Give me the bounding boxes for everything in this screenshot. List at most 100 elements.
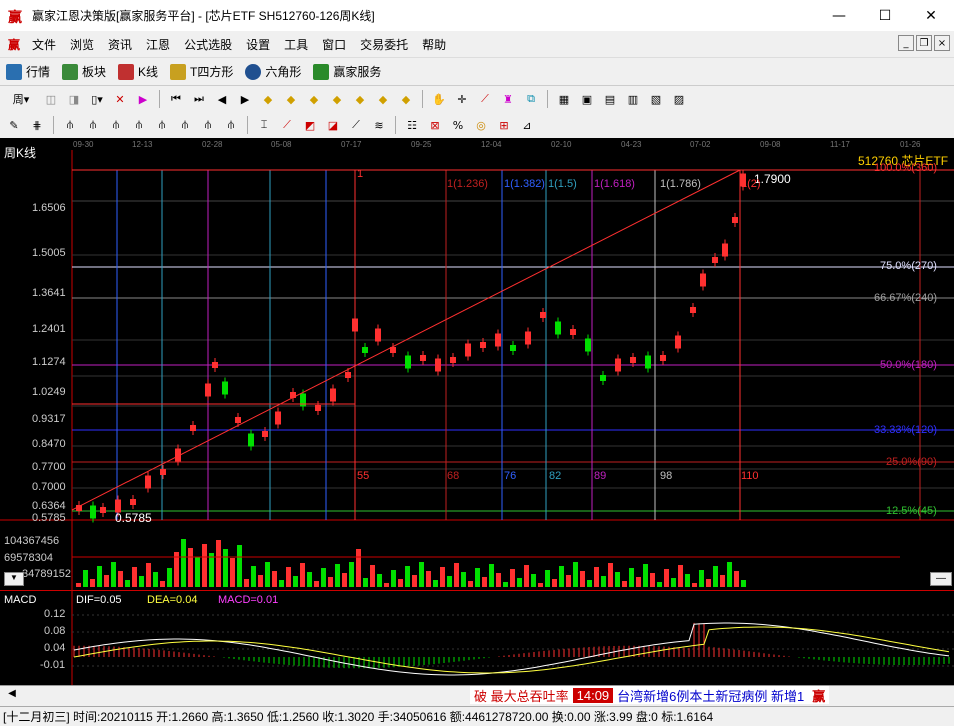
menu-gann[interactable]: 江恩 — [139, 36, 177, 53]
tool-icon[interactable]: ▣ — [577, 89, 597, 109]
time-line-label: 1(1.382) — [504, 178, 545, 190]
time-line-label: 1(1.5) — [548, 178, 577, 190]
fork-icon[interactable]: ⫛ — [198, 115, 218, 135]
period-select[interactable]: 周 ▾ — [4, 89, 38, 109]
volume-bar — [419, 562, 424, 587]
macd-panel[interactable]: MACD DIF=0.05 DEA=0.04 MACD=0.01 0.12 0.… — [0, 590, 954, 686]
menu-file[interactable]: 文件 — [25, 36, 63, 53]
quick-quotes-button[interactable]: 行情 — [0, 63, 56, 80]
tool-icon[interactable]: ▥ — [623, 89, 643, 109]
diamond-icon[interactable]: ◆ — [281, 89, 301, 109]
tool-icon[interactable]: ⌶ — [254, 115, 274, 135]
percent-icon[interactable]: % — [448, 115, 468, 135]
app-logo-small-icon[interactable]: 赢 — [808, 686, 829, 705]
diamond-icon[interactable]: ◆ — [327, 89, 347, 109]
tool-icon[interactable]: ▧ — [646, 89, 666, 109]
menu-tools[interactable]: 工具 — [277, 36, 315, 53]
candle-body — [130, 499, 136, 505]
tool-icon[interactable]: ◎ — [471, 115, 491, 135]
candle-body — [90, 505, 96, 519]
kline-chart[interactable]: 周K线 512760 芯片ETF 1.6506 1.5005 1.3641 1.… — [0, 146, 954, 590]
tool-icon[interactable]: ✕ — [110, 89, 130, 109]
line-icon[interactable]: ⟋ — [475, 89, 495, 109]
mdi-close-button[interactable]: × — [934, 35, 950, 51]
quick-service-button[interactable]: 赢家服务 — [307, 63, 387, 80]
tool-icon[interactable]: ◫ — [41, 89, 61, 109]
fork-icon[interactable]: ⫛ — [129, 115, 149, 135]
diamond-icon[interactable]: ◆ — [373, 89, 393, 109]
tool-icon[interactable]: ⧉ — [521, 89, 541, 109]
tool-icon[interactable]: ▶ — [133, 89, 153, 109]
fork-icon[interactable]: ⫛ — [60, 115, 80, 135]
fork-icon[interactable]: ⫛ — [106, 115, 126, 135]
y-tick: 1.1274 — [32, 356, 66, 368]
scroll-left-icon[interactable]: ◀ — [4, 688, 20, 704]
news-ticker[interactable]: 破 最大总吞吐率 14:09 台湾新增6例本土新冠病例 新增1 赢 — [470, 686, 830, 705]
right-icon[interactable]: ▶ — [235, 89, 255, 109]
collapse-right-button[interactable]: — — [930, 572, 952, 586]
tool-icon[interactable]: ⊿ — [517, 115, 537, 135]
menu-trade[interactable]: 交易委托 — [353, 36, 415, 53]
tool-icon[interactable]: ◨ — [64, 89, 84, 109]
cross-icon[interactable]: ✛ — [452, 89, 472, 109]
candle-body — [300, 393, 306, 407]
mdi-restore-button[interactable]: ❐ — [916, 35, 932, 51]
tool-icon[interactable]: ♜ — [498, 89, 518, 109]
menu-formula[interactable]: 公式选股 — [177, 36, 239, 53]
menu-logo-icon[interactable]: 赢 — [3, 36, 25, 53]
tool-icon[interactable]: ▨ — [669, 89, 689, 109]
volume-bar — [90, 579, 95, 587]
mdi-minimize-button[interactable]: _ — [898, 35, 914, 51]
collapse-down-button[interactable]: ▼ — [4, 572, 24, 586]
y-tick: 0.8470 — [32, 438, 66, 450]
menu-window[interactable]: 窗口 — [315, 36, 353, 53]
menu-info[interactable]: 资讯 — [101, 36, 139, 53]
fork-icon[interactable]: ⫛ — [175, 115, 195, 135]
tool-icon[interactable]: ⊞ — [494, 115, 514, 135]
news-item[interactable]: 破 最大总吞吐率 — [470, 686, 573, 705]
grid-icon[interactable]: ⋕ — [27, 115, 47, 135]
tool-icon[interactable]: ◪ — [323, 115, 343, 135]
diamond-icon[interactable]: ◆ — [258, 89, 278, 109]
tool-icon[interactable]: ⊠ — [425, 115, 445, 135]
tool-icon[interactable]: ▤ — [600, 89, 620, 109]
tool-icon[interactable]: ≋ — [369, 115, 389, 135]
quick-hexagon-button[interactable]: 六角形 — [239, 63, 307, 80]
quick-square-button[interactable]: T四方形 — [164, 63, 239, 80]
pen-icon[interactable]: ✎ — [4, 115, 24, 135]
hand-icon[interactable]: ✋ — [429, 89, 449, 109]
tool-icon[interactable]: ◩ — [300, 115, 320, 135]
close-button[interactable]: ✕ — [908, 0, 954, 31]
separator — [159, 90, 160, 108]
news-item[interactable]: 台湾新增6例本土新冠病例 新增1 — [613, 686, 808, 705]
left-icon[interactable]: ◀ — [212, 89, 232, 109]
menu-help[interactable]: 帮助 — [415, 36, 453, 53]
diamond-icon[interactable]: ◆ — [350, 89, 370, 109]
volume-bar — [265, 562, 270, 587]
volume-bar — [587, 580, 592, 587]
calendar-icon[interactable]: ▦ — [554, 89, 574, 109]
candle-style-icon[interactable]: ▯▾ — [87, 89, 107, 109]
level-label: 25.0%(90) — [886, 456, 937, 468]
menu-settings[interactable]: 设置 — [239, 36, 277, 53]
last-icon[interactable]: ⏭ — [189, 89, 209, 109]
volume-bar — [363, 578, 368, 587]
first-icon[interactable]: ⏮ — [166, 89, 186, 109]
quick-sector-button[interactable]: 板块 — [56, 63, 112, 80]
tool-icon[interactable]: ⟋ — [277, 115, 297, 135]
fork-icon[interactable]: ⫛ — [152, 115, 172, 135]
volume-bar — [223, 549, 228, 587]
diamond-icon[interactable]: ◆ — [304, 89, 324, 109]
volume-bar — [300, 563, 305, 587]
tool-icon[interactable]: ⟋ — [346, 115, 366, 135]
fork-icon[interactable]: ⫛ — [83, 115, 103, 135]
quick-kline-button[interactable]: K线 — [112, 63, 164, 80]
minimize-button[interactable]: — — [816, 0, 862, 31]
menu-browse[interactable]: 浏览 — [63, 36, 101, 53]
separator — [53, 116, 54, 134]
fork-icon[interactable]: ⫛ — [221, 115, 241, 135]
volume-bar — [482, 577, 487, 587]
diamond-icon[interactable]: ◆ — [396, 89, 416, 109]
maximize-button[interactable]: ☐ — [862, 0, 908, 31]
tool-icon[interactable]: ☷ — [402, 115, 422, 135]
